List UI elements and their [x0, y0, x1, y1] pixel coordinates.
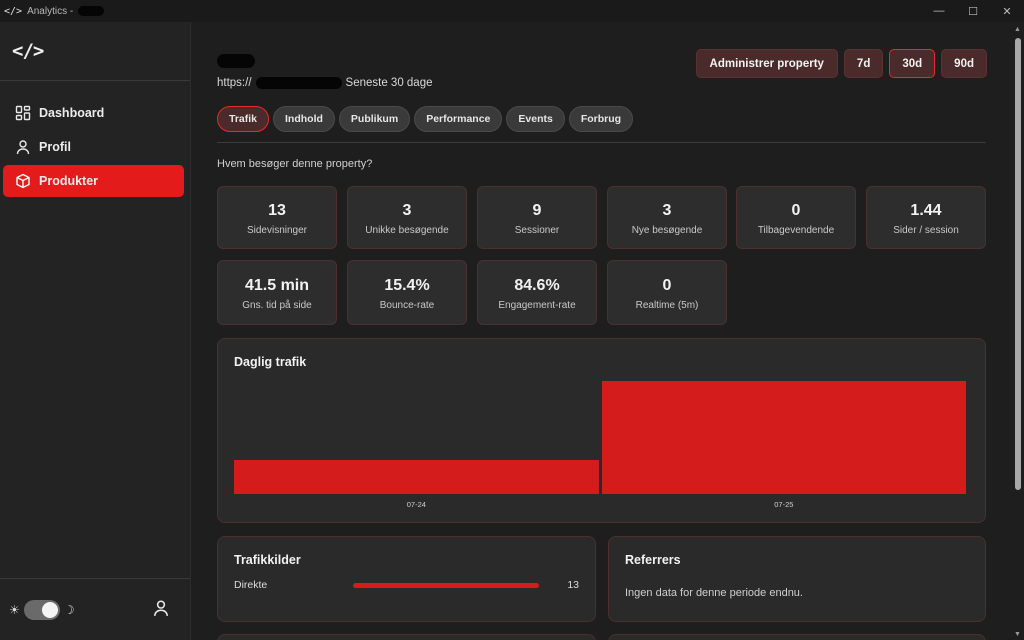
range-30d-button[interactable]: 30d — [889, 49, 936, 78]
page-title — [217, 54, 255, 73]
sidebar-item-produkter[interactable]: Produkter — [3, 165, 184, 197]
section-question: Hvem besøger denne property? — [217, 158, 373, 170]
redacted-property-name — [217, 54, 255, 68]
card-title: Referrers — [625, 553, 681, 567]
traffic-sources-card: Trafikkilder Direkte 13 — [217, 536, 596, 622]
daily-traffic-card: Daglig trafik 07-24 07-25 — [217, 338, 986, 523]
tab-indhold[interactable]: Indhold — [273, 106, 335, 132]
header-actions: Administrer property 7d 30d 90d — [695, 49, 987, 78]
manage-property-button[interactable]: Administrer property — [695, 49, 838, 78]
kpi-value: 3 — [402, 202, 412, 219]
kpi-label: Tilbagevendende — [757, 225, 835, 236]
sidebar-item-label: Produkter — [39, 174, 99, 188]
period-text: Seneste 30 dage — [345, 77, 433, 89]
kpi-label: Sidevisninger — [246, 225, 308, 236]
tab-bar: Trafik Indhold Publikum Performance Even… — [217, 106, 634, 132]
sidebar-footer: ☀ ☽ — [0, 578, 190, 640]
scroll-up-icon[interactable]: ▲ — [1014, 26, 1021, 33]
chart-bar — [601, 381, 966, 494]
kpi-card: 41.5 min Gns. tid på side — [217, 260, 337, 325]
kpi-label: Nye besøgende — [631, 225, 703, 236]
kpi-value: 15.4% — [384, 277, 430, 294]
redacted-title — [78, 6, 105, 16]
tab-trafik[interactable]: Trafik — [217, 106, 270, 132]
main-content: https:// Seneste 30 dage Administrer pro… — [192, 22, 1012, 640]
kpi-value: 0 — [662, 277, 672, 294]
sidebar: </> Dashboard Profil Produkter ☀ ☽ — [0, 22, 191, 640]
kpi-card: 9 Sessioner — [477, 186, 597, 249]
sidebar-item-label: Dashboard — [39, 106, 105, 120]
kpi-value: 9 — [532, 202, 542, 219]
theme-switch[interactable] — [23, 599, 60, 620]
kpi-card: 0 Tilbagevendende — [736, 186, 856, 249]
kpi-card: 3 Unikke besøgende — [347, 186, 467, 249]
range-7d-button[interactable]: 7d — [843, 49, 884, 78]
theme-toggle[interactable]: ☀ ☽ — [0, 599, 75, 620]
kpi-value: 3 — [662, 202, 672, 219]
vertical-scrollbar[interactable]: ▲ ▼ — [1012, 22, 1024, 640]
user-icon — [16, 140, 30, 155]
account-button[interactable] — [152, 599, 170, 622]
kpi-value: 41.5 min — [244, 277, 310, 294]
kpi-card: 84.6% Engagement-rate — [477, 260, 597, 325]
brand-logo[interactable]: </> — [12, 40, 44, 62]
kpi-card: 1.44 Sider / session — [866, 186, 986, 249]
minimize-button[interactable]: — — [922, 0, 956, 22]
sidebar-item-dashboard[interactable]: Dashboard — [3, 97, 184, 129]
kpi-value: 84.6% — [514, 277, 560, 294]
grid-icon — [15, 105, 31, 121]
source-count: 13 — [567, 579, 579, 591]
tab-performance[interactable]: Performance — [414, 106, 503, 132]
user-icon — [154, 600, 168, 616]
scroll-down-icon[interactable]: ▼ — [1014, 631, 1021, 638]
kpi-card: 3 Nye besøgende — [607, 186, 727, 249]
range-90d-button[interactable]: 90d — [941, 49, 987, 78]
kpi-card: 0 Realtime (5m) — [607, 260, 727, 325]
app-logo-icon: </> — [4, 5, 23, 17]
moon-icon: ☽ — [63, 602, 75, 617]
divider — [217, 142, 986, 143]
card-title: Trafikkilder — [234, 553, 301, 567]
window-title: Analytics - — [27, 5, 74, 17]
kpi-label: Bounce-rate — [379, 300, 435, 311]
source-bar — [353, 583, 539, 588]
kpi-label: Sessioner — [514, 225, 560, 236]
brand: </> — [0, 22, 190, 81]
kpi-card: 15.4% Bounce-rate — [347, 260, 467, 325]
kpi-label: Realtime (5m) — [635, 300, 699, 311]
x-tick-label: 07-24 — [406, 500, 426, 509]
next-card — [217, 634, 596, 640]
chart-bar — [234, 460, 599, 494]
sun-icon: ☀ — [9, 602, 20, 617]
kpi-value: 0 — [791, 202, 801, 219]
kpi-label: Engagement-rate — [498, 300, 576, 311]
close-button[interactable]: ✕ — [990, 0, 1024, 22]
title-bar: </> Analytics - — ☐ ✕ — [0, 0, 1024, 22]
property-subline: https:// Seneste 30 dage — [217, 77, 433, 89]
switch-knob — [41, 601, 58, 618]
kpi-value: 13 — [268, 202, 286, 219]
kpi-card: 13 Sidevisninger — [217, 186, 337, 249]
tab-forbrug[interactable]: Forbrug — [568, 106, 634, 132]
scrollbar-thumb[interactable] — [1015, 38, 1021, 490]
redacted-url — [255, 77, 342, 89]
chart-title: Daglig trafik — [234, 355, 307, 369]
box-icon — [16, 173, 30, 189]
kpi-label: Sider / session — [893, 225, 959, 236]
maximize-button[interactable]: ☐ — [956, 0, 990, 22]
kpi-label: Unikke besøgende — [365, 225, 449, 236]
empty-state-text: Ingen data for denne periode endnu. — [625, 587, 803, 599]
kpi-value: 1.44 — [910, 202, 942, 219]
referrers-card: Referrers Ingen data for denne periode e… — [608, 536, 986, 622]
sidebar-nav: Dashboard Profil Produkter — [0, 81, 190, 197]
sidebar-item-label: Profil — [39, 140, 71, 154]
url-prefix: https:// — [217, 77, 252, 89]
kpi-label: Gns. tid på side — [242, 300, 312, 311]
tab-events[interactable]: Events — [506, 106, 565, 132]
x-tick-label: 07-25 — [774, 500, 794, 509]
next-card — [608, 634, 986, 640]
sidebar-item-profil[interactable]: Profil — [3, 131, 184, 163]
tab-publikum[interactable]: Publikum — [338, 106, 411, 132]
source-label: Direkte — [234, 579, 268, 591]
